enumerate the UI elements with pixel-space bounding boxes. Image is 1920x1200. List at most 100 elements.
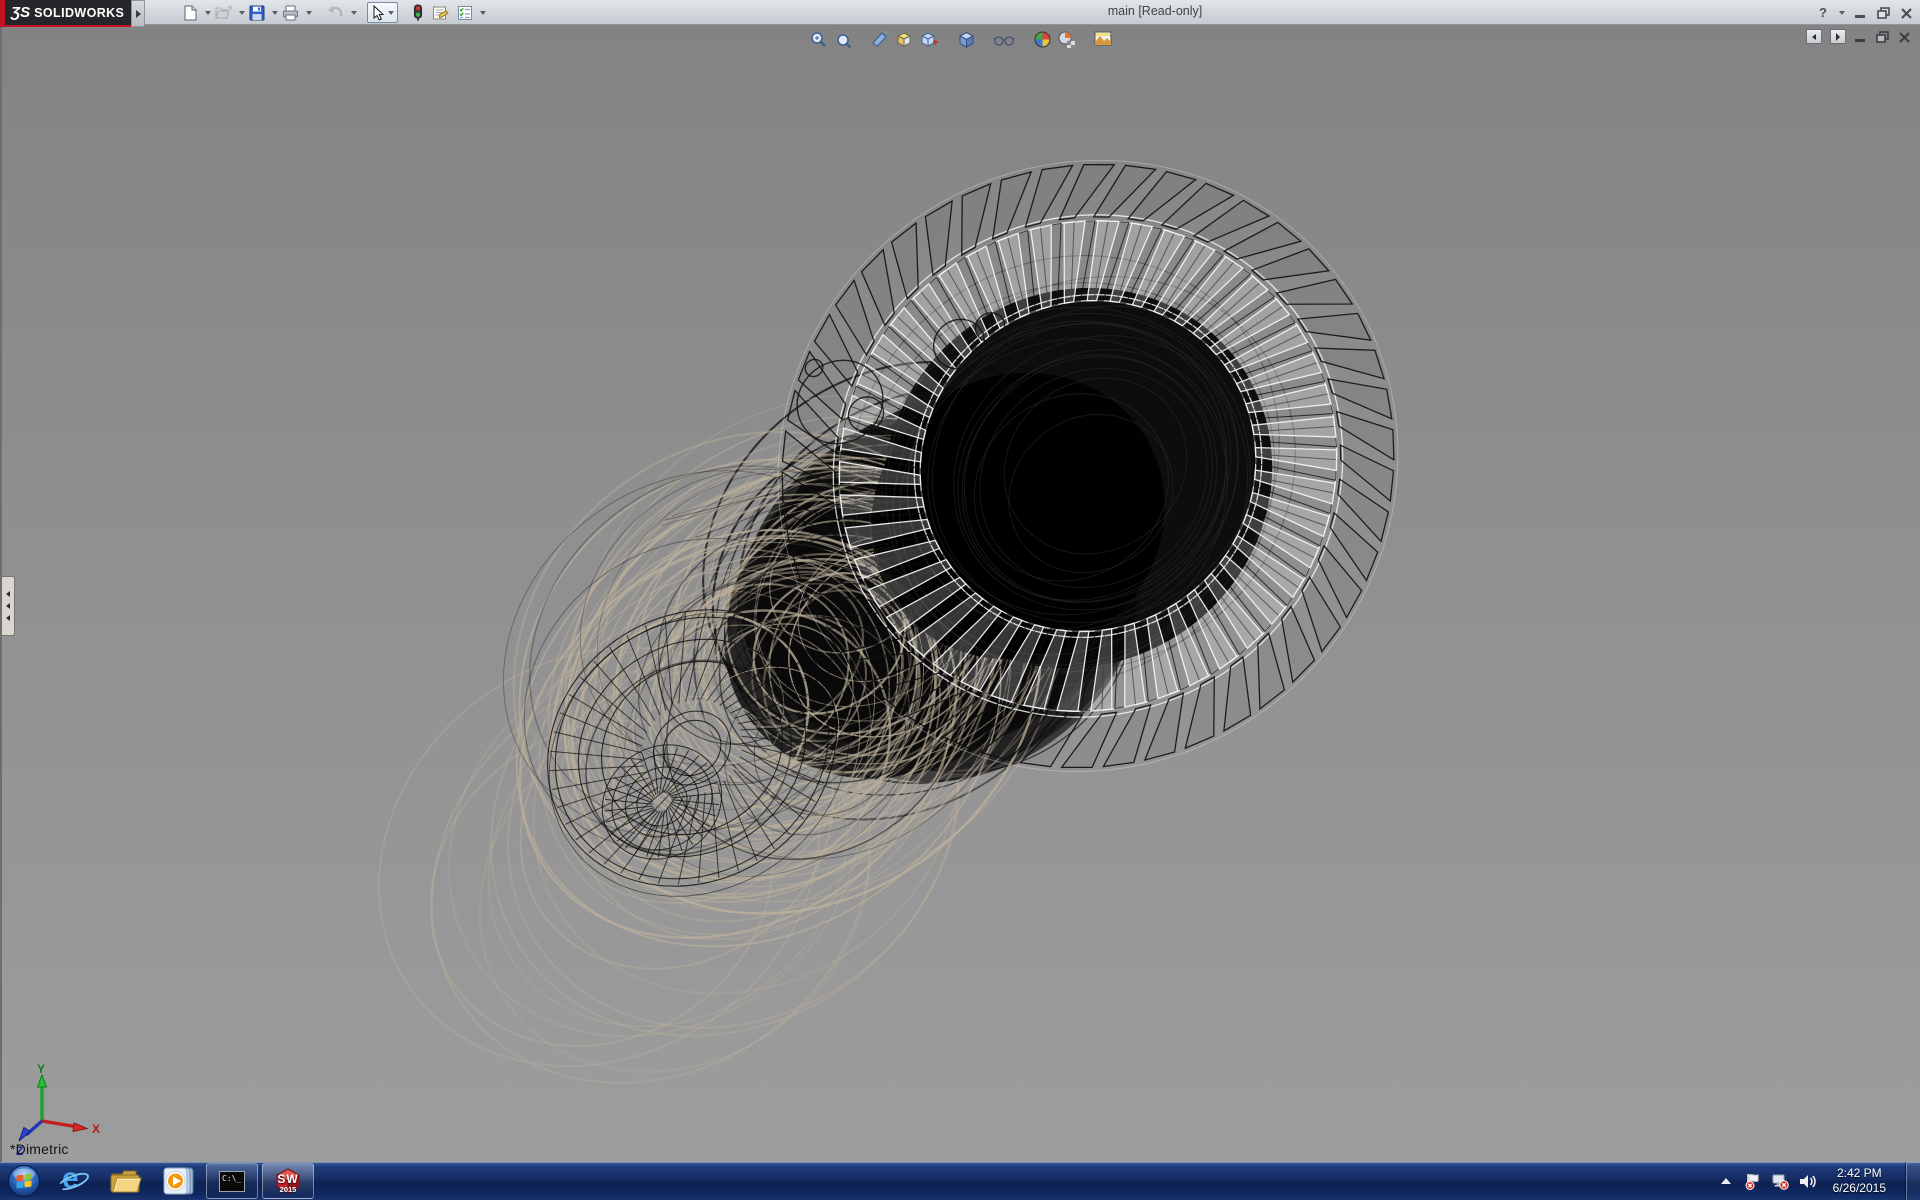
taskbar-wmp-button[interactable] (152, 1163, 204, 1199)
view-orientation-label: *Dimetric (10, 1141, 69, 1157)
start-button[interactable] (0, 1163, 48, 1199)
file-properties-icon (432, 5, 449, 21)
rebuild-button[interactable] (408, 2, 428, 23)
view-settings-icon (1094, 30, 1114, 48)
expand-left-arrow-icon (6, 603, 10, 609)
doc-next-button[interactable] (1830, 29, 1846, 44)
zoom-to-fit-icon (809, 30, 828, 49)
new-document-button[interactable] (178, 2, 202, 23)
undo-button[interactable] (322, 2, 348, 23)
solidworks-logo-text: SOLIDWORKS (34, 6, 124, 20)
close-icon (1900, 7, 1913, 20)
appearance-ball-icon (1033, 30, 1052, 49)
triad-x-label: X (92, 1122, 100, 1136)
view-orientation-button[interactable] (892, 28, 916, 50)
network-error-icon (1771, 1173, 1789, 1190)
up-arrow-icon (1721, 1178, 1731, 1184)
start-orb-icon (7, 1164, 41, 1198)
print-icon (282, 5, 299, 21)
doc-previous-button[interactable] (1806, 29, 1822, 44)
solidworks-logo: ƷS SOLIDWORKS (0, 0, 131, 27)
select-button[interactable] (367, 2, 398, 23)
action-center-button[interactable] (1744, 1172, 1762, 1190)
options-button[interactable] (453, 2, 477, 23)
options-icon (457, 5, 473, 21)
taskbar-ie-button[interactable]: e (48, 1163, 100, 1199)
select-dropdown-icon[interactable] (388, 11, 394, 15)
solidworks-logo-glyph: ƷS (11, 4, 30, 21)
edit-appearance-button[interactable] (1030, 28, 1054, 50)
media-player-icon (161, 1165, 195, 1197)
headsup-view-toolbar (806, 28, 1116, 50)
triad-y-label: Y (37, 1063, 45, 1076)
graphics-area[interactable]: Y X Z *Dimetric (0, 25, 1920, 1162)
print-dropdown-icon[interactable] (306, 11, 312, 15)
clock-date: 6/26/2015 (1833, 1181, 1886, 1196)
options-dropdown-icon[interactable] (480, 11, 486, 15)
solidworks-window: main [Read-only] ? ƷS SOLIDWORKS (0, 0, 1920, 1200)
close-button[interactable] (1900, 7, 1914, 19)
speaker-icon (1798, 1173, 1816, 1190)
view-settings-button[interactable] (1092, 28, 1116, 50)
taskbar-explorer-button[interactable] (100, 1163, 152, 1199)
undo-icon (326, 5, 344, 21)
section-view-button[interactable] (868, 28, 892, 50)
help-dropdown-icon[interactable] (1839, 11, 1845, 15)
doc-close-icon (1898, 31, 1911, 44)
menu-flyout-button[interactable] (131, 0, 145, 27)
clock-time: 2:42 PM (1833, 1166, 1886, 1181)
print-button[interactable] (278, 2, 303, 23)
taskbar-solidworks-button[interactable]: SW 2015 (262, 1163, 314, 1199)
display-style-icon (918, 30, 938, 49)
document-window-controls (1806, 29, 1912, 44)
taskbar-cmd-button[interactable]: C:\_ (206, 1163, 258, 1199)
open-document-button[interactable] (211, 2, 236, 23)
save-button[interactable] (245, 2, 269, 23)
doc-restore-icon (1876, 31, 1890, 44)
rebuild-traffic-light-icon (412, 4, 424, 21)
expand-left-arrow-icon (6, 615, 10, 621)
windows-taskbar: e C:\_ (0, 1162, 1920, 1200)
standard-toolbar (178, 1, 486, 24)
zoom-to-area-icon (833, 30, 852, 49)
eyeglasses-icon (993, 30, 1015, 49)
apply-scene-button[interactable] (1054, 28, 1078, 50)
expand-left-arrow-icon (6, 591, 10, 597)
show-hidden-icons-button[interactable] (1717, 1172, 1735, 1190)
internet-explorer-icon: e (57, 1165, 91, 1197)
zoom-to-fit-button[interactable] (806, 28, 830, 50)
restore-icon (1877, 7, 1891, 20)
zoom-to-area-button[interactable] (830, 28, 854, 50)
window-title: main [Read-only] (1040, 4, 1270, 18)
network-status-button[interactable] (1771, 1172, 1789, 1190)
new-document-icon (182, 5, 198, 21)
flag-error-icon (1744, 1173, 1761, 1190)
doc-minimize-button[interactable] (1854, 31, 1868, 43)
model-canvas[interactable] (2, 0, 1920, 1200)
system-tray: 2:42 PM 6/26/2015 (1717, 1162, 1920, 1200)
folder-icon (109, 1166, 143, 1196)
save-icon (249, 5, 265, 21)
shaded-cube-icon (957, 30, 976, 49)
view-orientation-icon (894, 30, 914, 49)
taskbar-clock[interactable]: 2:42 PM 6/26/2015 (1825, 1166, 1894, 1196)
doc-restore-button[interactable] (1876, 31, 1890, 43)
restore-button[interactable] (1877, 7, 1891, 19)
command-prompt-icon: C:\_ (219, 1171, 245, 1192)
show-desktop-button[interactable] (1905, 1162, 1920, 1200)
open-document-icon (215, 5, 232, 21)
minimize-button[interactable] (1854, 7, 1868, 19)
apply-scene-icon (1057, 30, 1076, 49)
volume-button[interactable] (1798, 1172, 1816, 1190)
help-button[interactable]: ? (1819, 5, 1827, 20)
file-properties-button[interactable] (428, 2, 453, 23)
undo-dropdown-icon[interactable] (351, 11, 357, 15)
section-view-icon (871, 30, 890, 49)
doc-close-button[interactable] (1898, 31, 1912, 43)
shaded-cube-button[interactable] (954, 28, 978, 50)
solidworks-app-icon: SW 2015 (273, 1166, 303, 1196)
select-cursor-icon (371, 5, 385, 21)
display-style-button[interactable] (916, 28, 940, 50)
feature-manager-collapsed-tab[interactable] (2, 576, 15, 636)
hide-show-items-button[interactable] (992, 28, 1016, 50)
